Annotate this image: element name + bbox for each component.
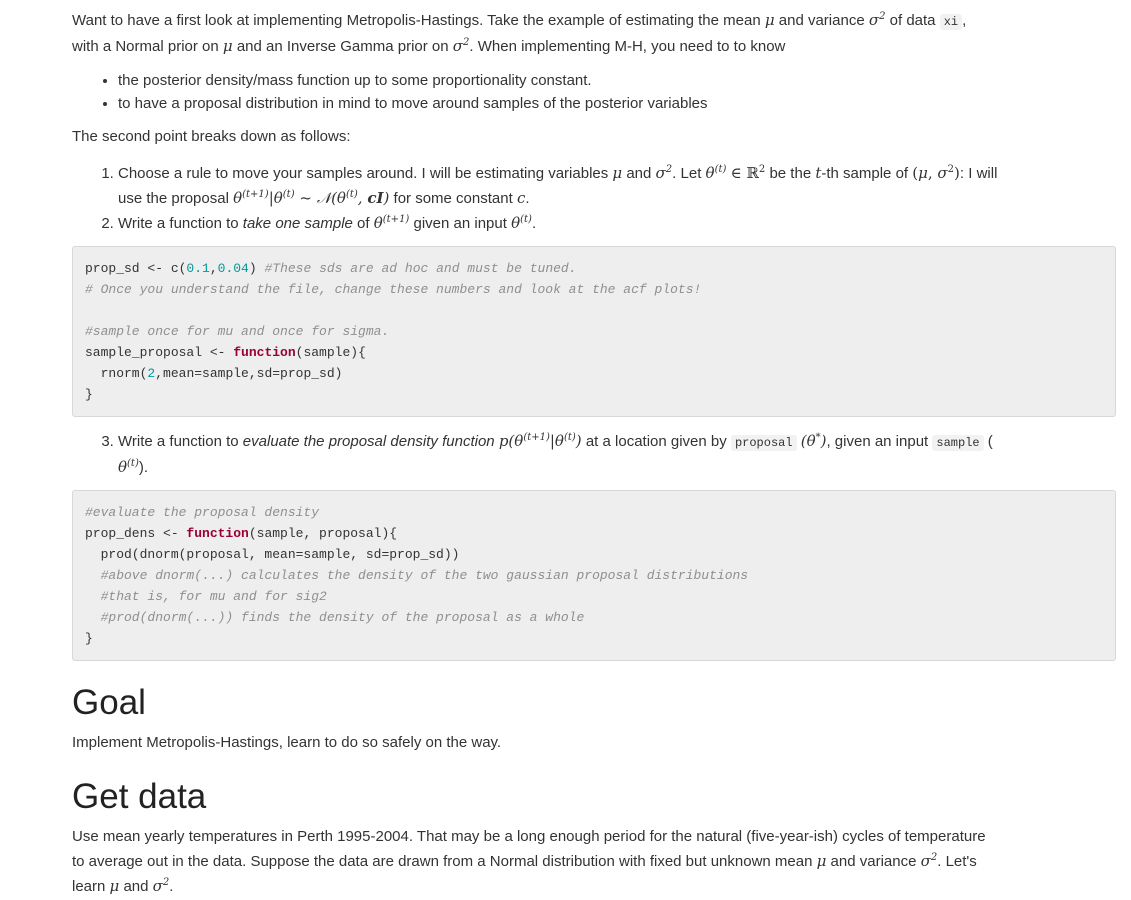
heading-get-data: Get data bbox=[72, 777, 207, 816]
inline-code-sample: sample bbox=[932, 435, 984, 451]
list-item: the posterior density/mass function up t… bbox=[118, 69, 1116, 92]
steps-list: Choose a rule to move your samples aroun… bbox=[72, 161, 1116, 236]
intro-text: of data bbox=[889, 12, 936, 29]
get-data-paragraph: Use mean yearly temperatures in Perth 19… bbox=[72, 828, 986, 895]
inline-code-proposal: proposal bbox=[730, 435, 797, 451]
intro-text: with a Normal prior on bbox=[72, 38, 219, 55]
requirements-list: the posterior density/mass function up t… bbox=[72, 69, 1116, 115]
math-theta-t: θ(t) bbox=[118, 458, 139, 476]
math-mu: μ bbox=[612, 164, 623, 182]
steps-list-continued: Write a function to evaluate the proposa… bbox=[72, 429, 1116, 480]
math-mu: μ bbox=[764, 11, 775, 29]
intro-text: and an Inverse Gamma prior on bbox=[236, 38, 449, 55]
intro-text: Want to have a first look at implementin… bbox=[72, 12, 761, 29]
code-block-density: #evaluate the proposal density prop_dens… bbox=[72, 490, 1116, 661]
math-theta-t1: θ(t+1) bbox=[373, 214, 410, 232]
list-item: to have a proposal distribution in mind … bbox=[118, 92, 1116, 115]
math-proposal-rule: θ(t+1)|θ(t) ~ 𝒩(θ(t), cI) bbox=[233, 189, 390, 207]
math-theta-t: θ(t) bbox=[511, 214, 532, 232]
step-item: Choose a rule to move your samples aroun… bbox=[118, 161, 1116, 211]
math-mu: μ bbox=[222, 37, 233, 55]
step-item: Write a function to evaluate the proposa… bbox=[118, 429, 1116, 480]
math-sigma2: σ2 bbox=[920, 852, 938, 870]
math-sigma2: σ2 bbox=[452, 37, 470, 55]
inline-code-xi: xi bbox=[939, 14, 963, 30]
heading-goal: Goal bbox=[72, 683, 146, 722]
intro-text: , bbox=[962, 12, 967, 29]
math-c: c bbox=[516, 189, 526, 207]
math-sigma2: σ2 bbox=[152, 877, 170, 895]
step-item: Write a function to take one sample of θ… bbox=[118, 211, 1116, 236]
goal-text: Implement Metropolis-Hastings, learn to … bbox=[72, 734, 502, 751]
second-point-text: The second point breaks down as follows: bbox=[72, 128, 351, 145]
math-mu-sigma-pair: (μ, σ2) bbox=[912, 164, 960, 182]
math-mu: μ bbox=[109, 877, 120, 895]
intro-text: and variance bbox=[778, 12, 865, 29]
intro-paragraph: Want to have a first look at implementin… bbox=[72, 8, 1116, 59]
math-theta-t: θ(t) bbox=[705, 164, 727, 182]
document-body: Want to have a first look at implementin… bbox=[72, 0, 1116, 899]
code-block-proposal: prop_sd <- c(0.1,0.04) #These sds are ad… bbox=[72, 246, 1116, 417]
math-in-r2: ∈ ℝ2 bbox=[730, 164, 766, 182]
math-proposal-density: p(θ(t+1)|θ(t)) bbox=[498, 432, 582, 450]
math-sigma2: σ2 bbox=[868, 11, 886, 29]
intro-text: . When implementing M-H, you need to to … bbox=[469, 38, 786, 55]
math-theta-star: (θ*) bbox=[800, 432, 827, 450]
math-mu: μ bbox=[816, 852, 827, 870]
math-sigma2: σ2 bbox=[655, 164, 673, 182]
